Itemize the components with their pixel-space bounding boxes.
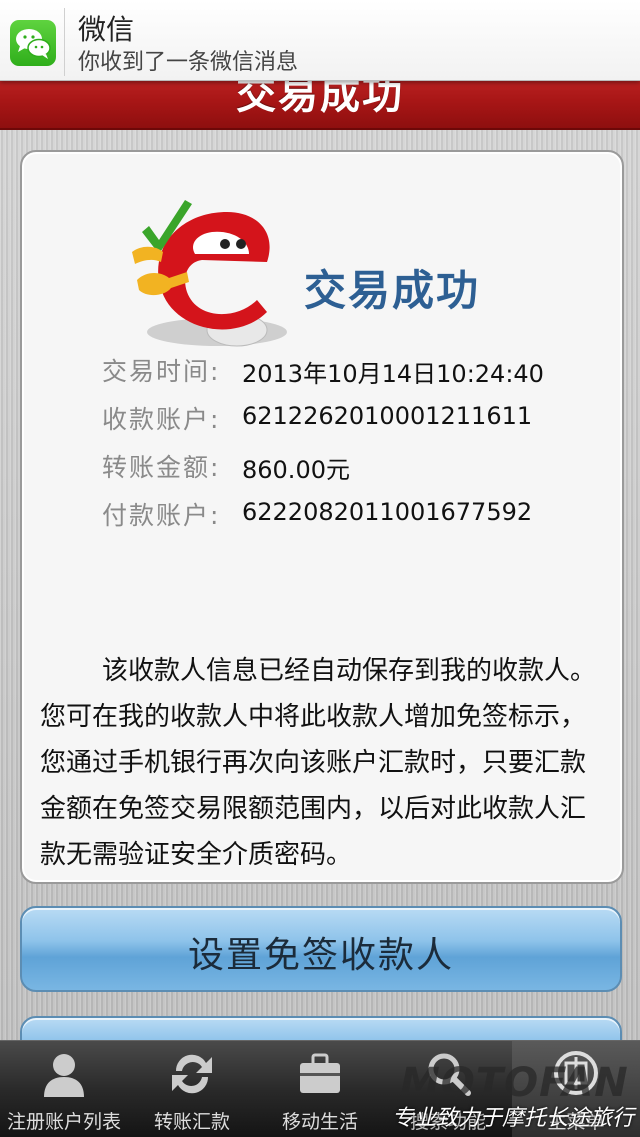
detail-value: 2013年10月14日10:24:40 xyxy=(242,360,544,388)
briefcase-icon xyxy=(300,1053,340,1093)
tab-label: 移动生活 xyxy=(281,1111,358,1133)
detail-label: 交易时间: xyxy=(102,357,221,386)
detail-value: 860.00元 xyxy=(242,456,350,484)
watermark-slogan: 专业致力于摩托长途旅行 xyxy=(392,1106,635,1131)
detail-row: 交易时间: 2013年10月14日10:24:40 xyxy=(102,352,622,392)
detail-value: 6222082011001677592 xyxy=(242,498,533,526)
notification-message: 你收到了一条微信消息 xyxy=(78,50,299,75)
tab-account-list[interactable]: 注册账户列表 xyxy=(0,1041,128,1137)
tab-label: 转账汇款 xyxy=(153,1111,230,1133)
tab-label: 注册账户列表 xyxy=(6,1111,121,1133)
notification-divider xyxy=(64,8,65,76)
tab-mobile-life[interactable]: 移动生活 xyxy=(256,1041,384,1137)
refresh-icon xyxy=(172,1054,212,1094)
notification-banner[interactable]: 微信 你收到了一条微信消息 xyxy=(0,0,640,81)
tab-transfer[interactable]: 转账汇款 xyxy=(128,1041,256,1137)
payee-saved-info: 该收款人信息已经自动保存到我的收款人。您可在我的收款人中将此收款人增加免签标示，… xyxy=(40,656,597,870)
person-icon xyxy=(44,1054,84,1097)
watermark: MOTOFAN 专业致力于摩托长途旅行 xyxy=(392,1060,640,1136)
detail-row: 转账金额: 860.00元 xyxy=(102,448,622,488)
bank-mascot-logo xyxy=(132,200,287,347)
detail-label: 收款账户: xyxy=(102,405,221,434)
detail-label: 转账金额: xyxy=(102,453,221,482)
detail-value: 6212262010001211611 xyxy=(242,402,533,430)
success-heading: 交易成功 xyxy=(304,266,481,315)
detail-row: 付款账户: 6222082011001677592 xyxy=(102,496,622,536)
result-card: 交易成功 交易时间: 2013年10月14日10:24:40 收款账户: 621… xyxy=(20,150,624,884)
wechat-icon xyxy=(10,20,56,66)
detail-row: 收款账户: 6212262010001211611 xyxy=(102,400,622,440)
detail-label: 付款账户: xyxy=(102,501,221,530)
notification-app-name: 微信 xyxy=(78,13,135,46)
set-exempt-payee-button[interactable]: 设置免签收款人 xyxy=(20,906,622,992)
button-label: 设置免签收款人 xyxy=(187,935,454,976)
